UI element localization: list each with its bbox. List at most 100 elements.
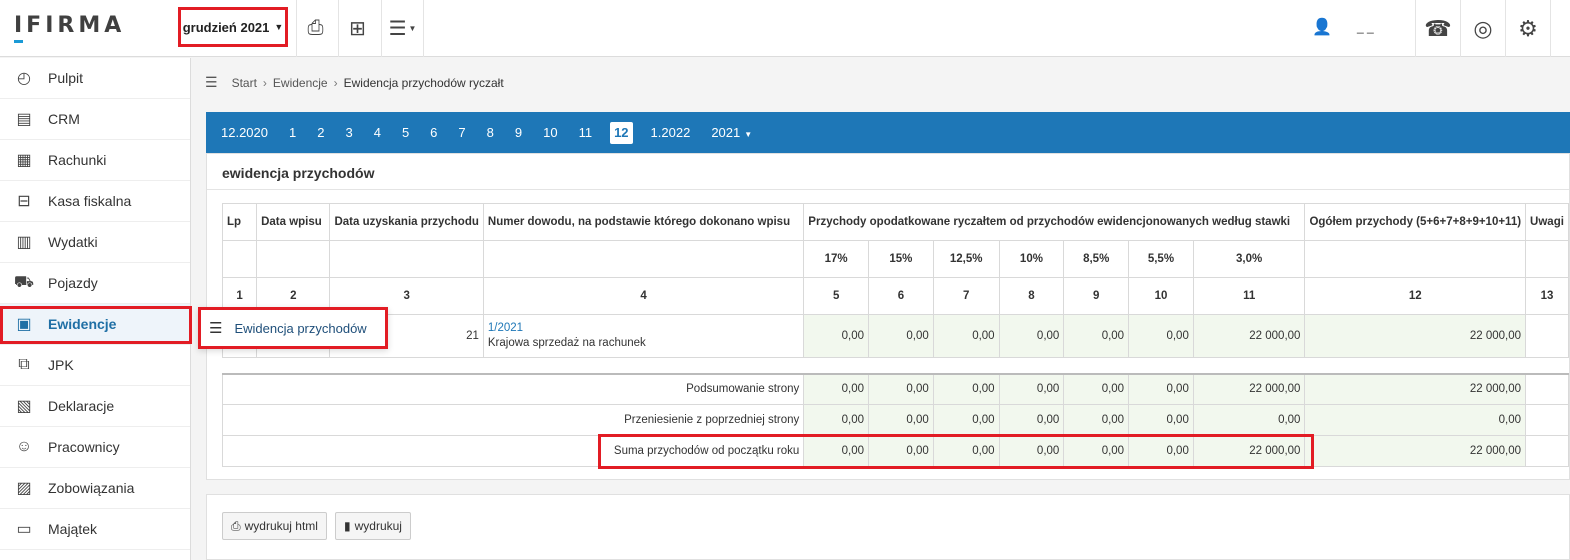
gear-icon[interactable]: ⚙ (1505, 0, 1550, 57)
month-7[interactable]: 7 (458, 122, 465, 144)
dashboard-icon: ◴ (17, 70, 31, 87)
ledger-table: Lp Data wpisu Data uzyskania przychodu N… (221, 203, 1569, 467)
submenu-ewidencja-przychodow[interactable]: ☰ Ewidencja przychodów (198, 307, 388, 349)
sidebar-item-label: CRM (48, 111, 80, 127)
summary-value: 0,00 (1128, 373, 1194, 405)
month-11[interactable]: 11 (579, 122, 593, 144)
period-label: grudzień 2021 (182, 19, 270, 35)
crm-icon: ▤ (16, 111, 32, 128)
month-10[interactable]: 10 (543, 122, 557, 144)
hamburger-icon[interactable]: ☰ (205, 74, 218, 91)
summary-value: 0,00 (803, 373, 870, 405)
user-icon[interactable]: 👤 (1312, 17, 1332, 37)
sidebar-item-pojazdy[interactable]: ⛟ Pojazdy (0, 263, 190, 304)
cash-register-icon: ⊟ (17, 193, 31, 210)
breadcrumb-start[interactable]: Start (232, 76, 257, 90)
breadcrumb-ewidencje[interactable]: Ewidencje (273, 76, 328, 90)
col-number: 4 (482, 277, 805, 315)
jpk-icon: ⧉ (18, 356, 30, 373)
sidebar-item-label: Ewidencje (48, 316, 117, 332)
month-12[interactable]: 12 (610, 121, 633, 144)
sidebar-item-label: Pulpit (48, 70, 84, 86)
sidebar-item-crm[interactable]: ▤ CRM (0, 99, 190, 140)
col-header-numer: Numer dowodu, na podstawie którego dokon… (482, 203, 805, 241)
rate-cell: 12,5% (932, 240, 1000, 278)
col-number: 9 (1063, 277, 1130, 315)
list-document-icon[interactable]: ☰ ▼ (381, 0, 423, 57)
document-seal-icon[interactable]: ⎙ (296, 0, 334, 57)
sidebar-item-wydatki[interactable]: ▥ Wydatki (0, 222, 190, 263)
summary-value: 0,00 (803, 435, 870, 467)
table-header-row: Lp Data wpisu Data uzyskania przychodu N… (221, 203, 1569, 241)
cell-uwagi (1525, 314, 1569, 358)
summary-label: Suma przychodów od początku roku (221, 435, 805, 467)
breadcrumb-current: Ewidencja przychodów ryczałt (343, 75, 504, 90)
summary-value: 0,00 (1128, 404, 1194, 436)
month-6[interactable]: 6 (430, 122, 437, 144)
spacer-row (222, 357, 1569, 375)
month-next[interactable]: 1.2022 (651, 122, 691, 144)
user-name[interactable]: _ _ (1357, 20, 1374, 34)
sidebar-item-majatek[interactable]: ▭ Majątek (0, 509, 190, 550)
doc-number-link[interactable]: 1/2021 (488, 321, 799, 336)
year-selector[interactable]: 2021 ▼ (711, 122, 752, 144)
col-number: 11 (1192, 277, 1306, 315)
month-9[interactable]: 9 (515, 122, 522, 144)
month-8[interactable]: 8 (487, 122, 494, 144)
month-4[interactable]: 4 (374, 122, 381, 144)
top-bar: IFIRMA grudzień 2021 ▼ ⎙ ⊞ ☰ ▼ 👤 _ _ ☎ ◎ … (0, 0, 1570, 57)
month-3[interactable]: 3 (345, 122, 352, 144)
sidebar-item-kasa-fiskalna[interactable]: ⊟ Kasa fiskalna (0, 181, 190, 222)
cell-value: 0,00 (932, 314, 1000, 358)
sidebar-item-ewidencje[interactable]: ▣ Ewidencje (0, 304, 190, 345)
ifirma-logo[interactable]: IFIRMA (14, 13, 125, 43)
sidebar-item-label: JPK (48, 357, 74, 373)
summary-value: 0,00 (1063, 373, 1130, 405)
col-number: 6 (868, 277, 934, 315)
summary-row-carryover: Przeniesienie z poprzedniej strony 0,00 … (221, 404, 1569, 436)
rate-cell: 15% (868, 240, 934, 278)
sidebar-item-jpk[interactable]: ⧉ JPK (0, 345, 190, 386)
sidebar-item-pulpit[interactable]: ◴ Pulpit (0, 58, 190, 99)
phone-icon[interactable]: ☎ (1415, 0, 1460, 57)
add-document-icon[interactable]: ⊞ (338, 0, 376, 57)
ledger-icon: ▣ (16, 316, 32, 333)
rate-cell: 8,5% (1063, 240, 1130, 278)
period-selector[interactable]: grudzień 2021 ▼ (178, 7, 288, 47)
cell-value: 0,00 (1128, 314, 1194, 358)
print-button[interactable]: ▮ wydrukuj (335, 512, 411, 540)
month-5[interactable]: 5 (402, 122, 409, 144)
more-icon[interactable] (1550, 0, 1570, 57)
month-2[interactable]: 2 (317, 122, 324, 144)
print-html-label: wydrukuj html (244, 519, 318, 533)
month-prev[interactable]: 12.2020 (221, 122, 268, 144)
month-1[interactable]: 1 (289, 122, 296, 144)
sidebar-item-zobowiazania[interactable]: ▨ Zobowiązania (0, 468, 190, 509)
sidebar-item-label: Pojazdy (48, 275, 98, 291)
summary-value: 0,00 (868, 404, 934, 436)
table-row[interactable]: 1 21 1/2021 Krajowa sprzedaż na rachunek… (221, 314, 1569, 358)
print-label: wydrukuj (354, 519, 402, 533)
sidebar-item-label: Deklaracje (48, 398, 115, 414)
ledger-panel: ewidencja przychodów Lp Data wpisu Data … (206, 153, 1570, 480)
lifebuoy-icon[interactable]: ◎ (1460, 0, 1505, 57)
summary-value: 0,00 (868, 373, 934, 405)
summary-value: 0,00 (1128, 435, 1194, 467)
sidebar-item-rachunki[interactable]: ▦ Rachunki (0, 140, 190, 181)
summary-total: 22 000,00 (1304, 373, 1527, 405)
col-header-przychody: Przychody opodatkowane ryczałtem od przy… (803, 203, 1306, 241)
sidebar-item-pracownicy[interactable]: ☺ Pracownicy (0, 427, 190, 468)
cell-value: 0,00 (998, 314, 1065, 358)
chevron-down-icon: ▼ (744, 129, 753, 139)
declaration-icon: ▧ (16, 398, 32, 415)
col-header-data-uzyskania: Data uzyskania przychodu (329, 203, 484, 241)
sidebar-item-label: Pracownicy (48, 439, 120, 455)
month-bar: 12.2020 1 2 3 4 5 6 7 8 9 10 11 12 1.202… (206, 112, 1570, 153)
col-number: 10 (1128, 277, 1194, 315)
print-html-button[interactable]: ⎙ wydrukuj html (222, 512, 327, 540)
sidebar-item-deklaracje[interactable]: ▧ Deklaracje (0, 386, 190, 427)
rate-cell: 10% (998, 240, 1065, 278)
col-number: 7 (932, 277, 1000, 315)
col-header-uwagi: Uwagi (1525, 203, 1569, 241)
col-number: 12 (1304, 277, 1527, 315)
